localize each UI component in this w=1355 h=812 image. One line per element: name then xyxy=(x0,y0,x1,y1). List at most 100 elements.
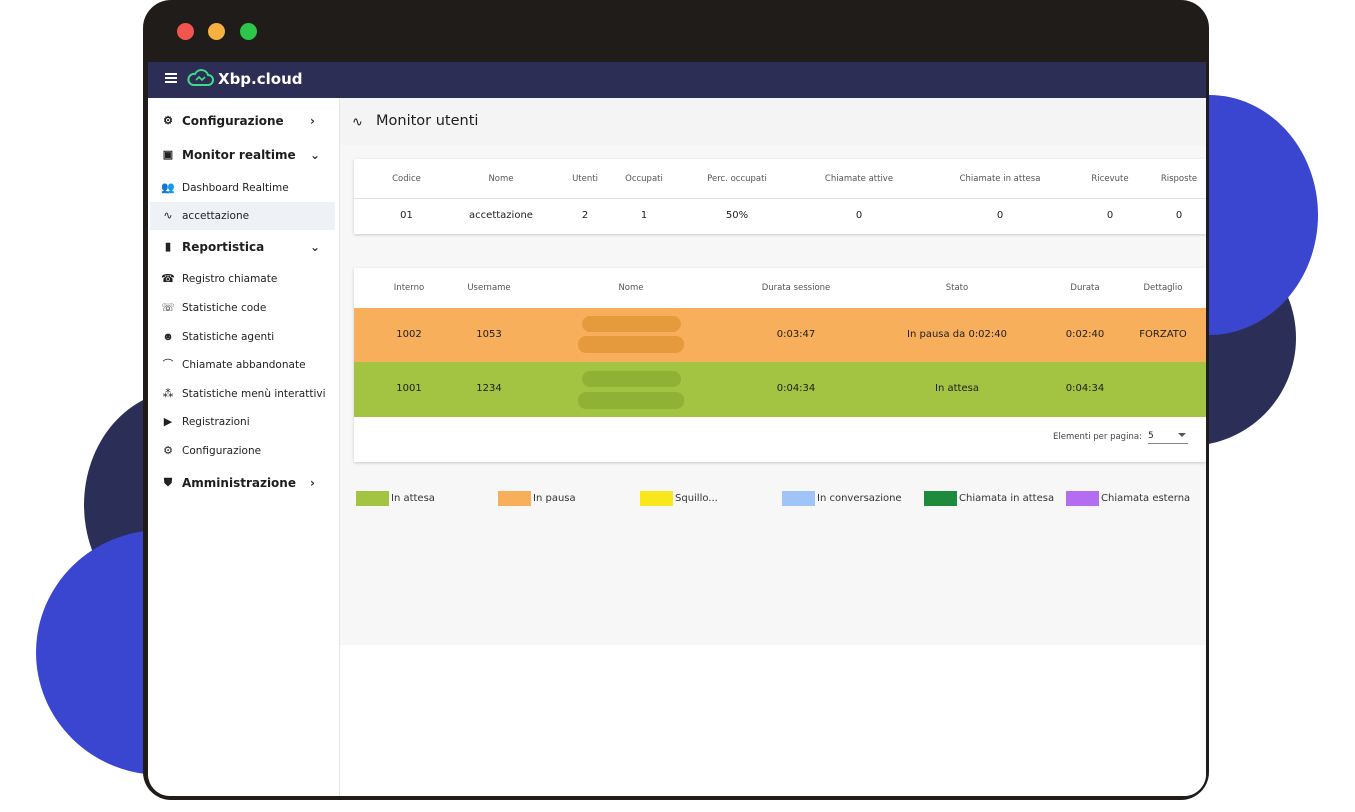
cloud-icon xyxy=(187,69,214,86)
legend-label: Chiamata in attesa xyxy=(959,492,1055,504)
agents-table: Interno Username Nome Durata sessione St… xyxy=(354,268,1206,462)
sidebar-item-label: Statistiche agenti xyxy=(182,331,275,343)
shield-icon: ⛊ xyxy=(163,476,173,489)
phone-list-icon: ☎ xyxy=(161,272,175,285)
column-header[interactable]: Interno xyxy=(374,283,444,293)
table-cell: In pausa da 0:02:40 xyxy=(907,329,1007,340)
gear-icon: ⚙ xyxy=(163,114,173,127)
sidebar-item-statistiche-agenti[interactable]: ☻ Statistiche agenti xyxy=(148,323,339,351)
table-row[interactable]: 1001 1234 0:04:34 In attesa 0:04:34 xyxy=(354,362,1206,417)
sidebar-item-label: accettazione xyxy=(182,210,250,222)
sidebar-group-reportistica[interactable]: ▮ Reportistica ⌄ xyxy=(148,233,339,261)
legend-item: In conversazione xyxy=(782,490,902,506)
table-cell: 0:02:40 xyxy=(1065,329,1105,340)
chevron-right-icon: › xyxy=(310,476,315,490)
chevron-right-icon: › xyxy=(310,114,315,128)
column-header[interactable]: Risposte xyxy=(1152,174,1206,184)
table-cell: 50% xyxy=(725,210,749,221)
phone-queue-icon: ☏ xyxy=(161,301,175,314)
content-background xyxy=(340,645,1206,796)
sidebar-item-label: Chiamate abbandonate xyxy=(182,359,306,371)
window-close-button[interactable] xyxy=(177,23,194,40)
column-header[interactable]: Codice xyxy=(374,174,439,184)
agent-icon: ☻ xyxy=(162,330,174,343)
brand-name[interactable]: Xbp.cloud xyxy=(218,70,303,88)
legend-label: In conversazione xyxy=(817,492,902,504)
page-size-value: 5 xyxy=(1148,431,1154,441)
table-divider xyxy=(354,198,1206,199)
legend-label: Squillo... xyxy=(675,492,718,504)
table-cell: 0 xyxy=(855,210,863,221)
table-cell: 1053 xyxy=(476,329,502,340)
dropdown-arrow-icon xyxy=(1178,433,1186,437)
redacted-name-placeholder xyxy=(582,316,681,332)
column-header[interactable]: Chiamate in attesa xyxy=(944,174,1056,184)
column-header[interactable]: Utenti xyxy=(565,174,605,184)
sidebar-item-statistiche-menu-interattivi[interactable]: ⁂ Statistiche menù interattivi xyxy=(148,380,339,408)
page-header: ∿ Monitor utenti xyxy=(340,98,1206,145)
hamburger-icon[interactable] xyxy=(165,73,177,83)
sidebar-item-configurazione[interactable]: ⚙ Configurazione xyxy=(148,437,339,465)
main-content: ∿ Monitor utenti Codice Nome Utenti Occu… xyxy=(340,98,1206,796)
legend-swatch xyxy=(498,490,531,506)
sidebar-item-registrazioni[interactable]: ▶ Registrazioni xyxy=(148,408,339,436)
column-header[interactable]: Username xyxy=(454,283,524,293)
sidebar-item-accettazione[interactable]: ∿ accettazione xyxy=(150,202,335,230)
bar-chart-icon: ▮ xyxy=(164,240,172,253)
column-header[interactable]: Stato xyxy=(907,283,1007,293)
top-bar: Xbp.cloud xyxy=(148,62,1206,98)
legend-swatch xyxy=(924,490,957,506)
table-cell: 1001 xyxy=(396,383,422,394)
legend-label: Chiamata esterna xyxy=(1101,492,1191,504)
sidebar-item-label: Configurazione xyxy=(182,445,262,457)
gear-icon: ⚙ xyxy=(163,444,173,457)
app-window: Xbp.cloud ⚙ Configurazione › ▣ Monitor r… xyxy=(143,0,1209,800)
column-header[interactable]: Ricevute xyxy=(1080,174,1140,184)
screenshot-stage: Xbp.cloud ⚙ Configurazione › ▣ Monitor r… xyxy=(0,0,1355,812)
table-cell: FORZATO xyxy=(1139,329,1187,340)
legend-swatch xyxy=(1066,490,1099,506)
queue-table: Codice Nome Utenti Occupati Perc. occupa… xyxy=(354,159,1206,234)
column-header[interactable]: Nome xyxy=(461,174,541,184)
sidebar-group-configurazione[interactable]: ⚙ Configurazione › xyxy=(148,107,339,135)
table-cell: 0:04:34 xyxy=(1065,383,1105,394)
column-header[interactable]: Perc. occupati xyxy=(694,174,780,184)
pulse-icon: ∿ xyxy=(163,209,173,222)
legend-item: Squillo... xyxy=(640,490,718,506)
sidebar-item-chiamate-abbandonate[interactable]: ⌒ Chiamate abbandonate xyxy=(148,351,339,379)
sidebar-item-dashboard-realtime[interactable]: 👥 Dashboard Realtime xyxy=(148,174,339,202)
column-header[interactable]: Dettaglio xyxy=(1130,283,1196,293)
page-size-select[interactable]: 5 xyxy=(1148,428,1188,444)
people-icon: 👥 xyxy=(161,181,175,194)
column-header[interactable]: Chiamate attive xyxy=(809,174,909,184)
redacted-name-placeholder xyxy=(578,336,684,353)
play-icon: ▶ xyxy=(163,415,173,428)
sidebar-group-label: Monitor realtime xyxy=(182,148,296,162)
sidebar-group-amministrazione[interactable]: ⛊ Amministrazione › xyxy=(148,469,339,497)
sidebar-item-registro-chiamate[interactable]: ☎ Registro chiamate xyxy=(148,265,339,293)
window-minimize-button[interactable] xyxy=(208,23,225,40)
column-header[interactable]: Durata sessione xyxy=(736,283,856,293)
column-header[interactable]: Occupati xyxy=(616,174,672,184)
table-cell: accettazione xyxy=(469,210,533,221)
table-cell: 1002 xyxy=(396,329,422,340)
app-screen: Xbp.cloud ⚙ Configurazione › ▣ Monitor r… xyxy=(148,62,1206,796)
table-cell: 1 xyxy=(640,210,648,221)
redacted-name-placeholder xyxy=(582,371,681,387)
legend-swatch xyxy=(356,490,389,506)
column-header[interactable]: Durata xyxy=(1050,283,1120,293)
sidebar-group-monitor-realtime[interactable]: ▣ Monitor realtime ⌄ xyxy=(148,141,339,169)
sidebar-item-label: Registrazioni xyxy=(182,416,250,428)
sidebar-item-statistiche-code[interactable]: ☏ Statistiche code xyxy=(148,294,339,322)
redacted-name-placeholder xyxy=(578,392,684,409)
page-size-label: Elementi per pagina: xyxy=(1053,432,1142,442)
legend-item: In pausa xyxy=(498,490,576,506)
monitor-icon: ▣ xyxy=(162,148,174,161)
table-cell: 2 xyxy=(581,210,589,221)
table-row[interactable]: 1002 1053 0:03:47 In pausa da 0:02:40 0:… xyxy=(354,308,1206,362)
column-header[interactable]: Nome xyxy=(581,283,681,293)
table-cell: 0 xyxy=(1106,210,1114,221)
window-maximize-button[interactable] xyxy=(240,23,257,40)
page-title: Monitor utenti xyxy=(376,113,479,129)
legend-item: In attesa xyxy=(356,490,435,506)
